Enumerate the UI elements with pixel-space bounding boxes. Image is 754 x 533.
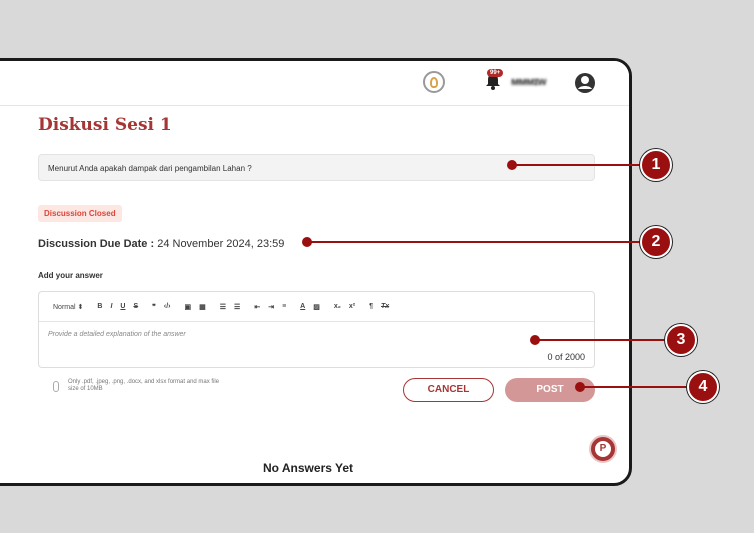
add-answer-label: Add your answer [38,271,103,280]
align-button[interactable]: ≡ [282,303,286,310]
cancel-button[interactable]: CANCEL [403,378,494,402]
bold-button[interactable]: B [97,303,102,310]
underline-button[interactable]: U [120,303,125,310]
status-badge: Discussion Closed [38,205,122,222]
due-date: Discussion Due Date : 24 November 2024, … [38,238,284,250]
notification-count-badge: 99+ [487,69,504,77]
help-fab-icon: P [595,441,611,457]
avatar-icon[interactable] [574,72,596,94]
indent-decrease-button[interactable]: ⇤ [254,303,260,311]
discussion-question: Menurut Anda apakah dampak dari pengambi… [38,154,595,181]
rtl-button[interactable]: ¶ [369,303,373,310]
quote-button[interactable]: ❞ [152,303,156,311]
due-date-label: Discussion Due Date : [38,238,155,250]
subscript-button[interactable]: x₂ [334,303,341,310]
text-color-button[interactable]: A [300,303,305,310]
username[interactable]: ᴍᴍᴍɪᴡ [511,76,546,88]
answer-input[interactable]: Provide a detailed explanation of the an… [48,331,186,338]
video-button[interactable]: ▦ [199,303,206,311]
achievement-icon[interactable] [423,71,445,93]
callout-marker-4: 4 [687,371,719,403]
attachment-note: Only .pdf, .jpeg, .png, .docx, and xlsx … [68,379,220,392]
editor-toolbar: Normal ⬍ B I U S ❞ ‹/› ▣ ▦ ☰ ☰ ⇤ ⇥ ≡ A ▨… [39,292,594,322]
italic-button[interactable]: I [110,303,112,310]
clear-format-button[interactable]: Tx [381,303,389,310]
top-navbar: 99+ ᴍᴍᴍɪᴡ [0,61,629,106]
character-counter: 0 of 2000 [547,352,585,362]
empty-state-text: No Answers Yet [263,461,354,475]
indent-increase-button[interactable]: ⇥ [268,303,274,311]
answer-editor[interactable]: Normal ⬍ B I U S ❞ ‹/› ▣ ▦ ☰ ☰ ⇤ ⇥ ≡ A ▨… [38,291,595,368]
superscript-button[interactable]: x² [349,303,355,310]
post-button[interactable]: POST [505,378,595,402]
callout-marker-1: 1 [640,149,672,181]
strike-button[interactable]: S [133,303,138,310]
page-title: Diskusi Sesi 1 [38,115,172,135]
format-select[interactable]: Normal ⬍ [53,303,83,311]
app-window: 99+ ᴍᴍᴍɪᴡ Diskusi Sesi 1 Menurut Anda ap… [0,58,632,486]
due-date-value: 24 November 2024, 23:59 [157,238,285,250]
help-fab-button[interactable]: P [589,435,617,463]
callout-marker-3: 3 [665,324,697,356]
bullet-list-button[interactable]: ☰ [234,303,240,311]
callout-marker-2: 2 [640,226,672,258]
highlight-button[interactable]: ▨ [313,303,320,311]
image-button[interactable]: ▣ [185,303,192,311]
paperclip-icon[interactable] [53,381,59,392]
code-button[interactable]: ‹/› [164,303,171,310]
ordered-list-button[interactable]: ☰ [220,303,226,311]
